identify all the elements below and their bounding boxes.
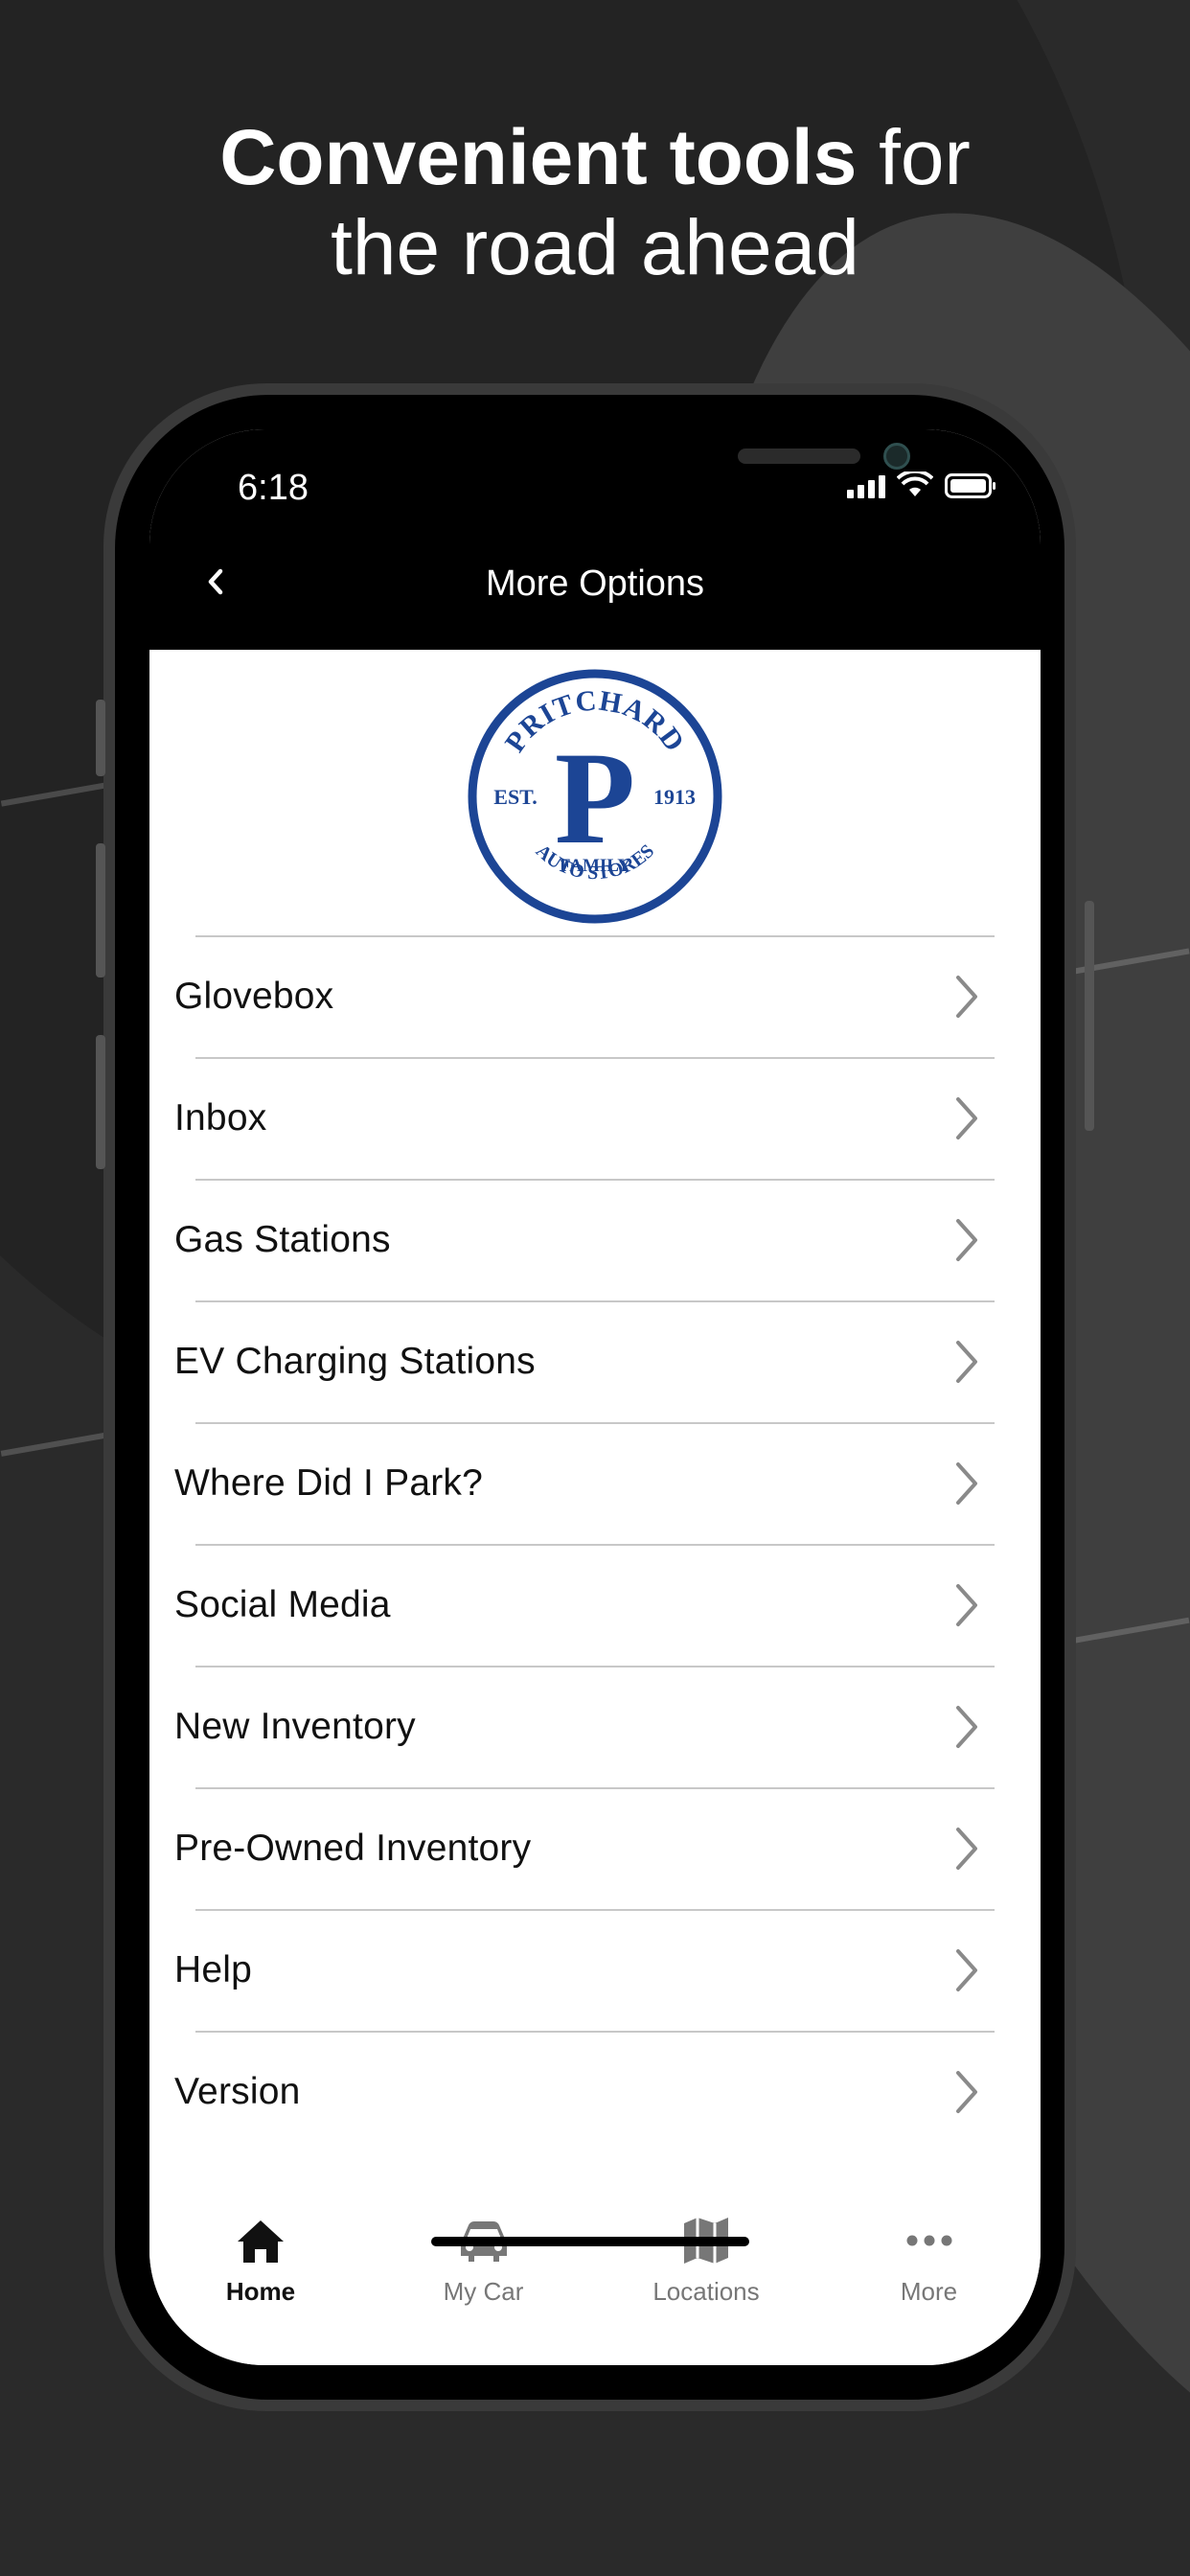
logo-letter: P (555, 724, 635, 871)
menu-item[interactable]: Social Media (174, 1544, 995, 1666)
phone-side-button (96, 1035, 105, 1169)
status-icons (847, 472, 996, 498)
logo-est: EST. (493, 785, 537, 809)
more-icon (905, 2214, 953, 2267)
menu-item[interactable]: Version (174, 2031, 995, 2152)
headline-line2: the road ahead (331, 204, 859, 291)
chevron-right-icon (956, 1584, 977, 1626)
menu-item[interactable]: Pre-Owned Inventory (174, 1787, 995, 1909)
chevron-right-icon (956, 1219, 977, 1261)
camera (883, 443, 910, 470)
status-time: 6:18 (238, 468, 309, 508)
menu-item-label: Help (174, 1949, 253, 1990)
headline-rest: for (857, 114, 971, 201)
menu-item-label: Inbox (174, 1097, 267, 1138)
tab-label: More (900, 2277, 958, 2306)
speaker (738, 448, 860, 464)
menu-item-label: Glovebox (174, 976, 334, 1017)
home-indicator (431, 2237, 749, 2246)
tab-label: Home (225, 2277, 296, 2306)
dealer-logo: PRITCHARD P EST. 1913 FAMILY AUTO STORES (149, 667, 1041, 926)
menu-item[interactable]: Help (174, 1909, 995, 2031)
phone-side-button (96, 843, 105, 978)
chevron-right-icon (956, 1706, 977, 1748)
menu-item[interactable]: Glovebox (174, 935, 995, 1057)
chevron-right-icon (956, 1949, 977, 1991)
chevron-right-icon (956, 976, 977, 1018)
tab-bar: Home My Car Locations More (149, 2174, 1041, 2365)
options-menu: Glovebox Inbox Gas Stations EV Charging Sta… (149, 935, 1041, 2152)
wifi-icon (897, 472, 933, 496)
pritchard-logo: PRITCHARD P EST. 1913 FAMILY AUTO STORES (468, 669, 722, 924)
chevron-right-icon (956, 1097, 977, 1139)
menu-item[interactable]: New Inventory (174, 1666, 995, 1787)
app-screen: 6:18 More Options PRITCHARD P EST. 1913 … (149, 429, 1041, 2365)
menu-item-label: Where Did I Park? (174, 1462, 484, 1504)
menu-item[interactable]: EV Charging Stations (174, 1300, 995, 1422)
headline-bold: Convenient tools (219, 114, 858, 201)
menu-item-label: New Inventory (174, 1706, 416, 1747)
menu-item[interactable]: Where Did I Park? (174, 1422, 995, 1544)
chevron-right-icon (956, 1828, 977, 1870)
tab-label: Locations (652, 2277, 760, 2306)
battery-icon (945, 473, 995, 498)
phone-side-button (1085, 901, 1094, 1131)
phone-side-button (96, 700, 105, 776)
menu-item-label: EV Charging Stations (174, 1341, 536, 1382)
tab-more[interactable]: More (818, 2174, 1041, 2308)
tab-label: My Car (443, 2277, 524, 2306)
logo-year: 1913 (653, 785, 696, 809)
notch (355, 429, 910, 502)
signal-icon (847, 475, 885, 498)
menu-item-label: Version (174, 2071, 301, 2112)
page-title: More Options (485, 564, 705, 604)
chevron-right-icon (956, 1341, 977, 1383)
home-icon (234, 2214, 287, 2267)
menu-item[interactable]: Gas Stations (174, 1179, 995, 1300)
header-area: 6:18 More Options (149, 429, 1041, 650)
menu-item-label: Gas Stations (174, 1219, 391, 1260)
promo-headline: Convenient tools for the road ahead (0, 113, 1190, 293)
chevron-right-icon (956, 1462, 977, 1505)
menu-item-label: Pre-Owned Inventory (174, 1828, 532, 1869)
menu-item-label: Social Media (174, 1584, 391, 1625)
menu-item[interactable]: Inbox (174, 1057, 995, 1179)
tab-home[interactable]: Home (149, 2174, 372, 2308)
chevron-right-icon (956, 2071, 977, 2113)
